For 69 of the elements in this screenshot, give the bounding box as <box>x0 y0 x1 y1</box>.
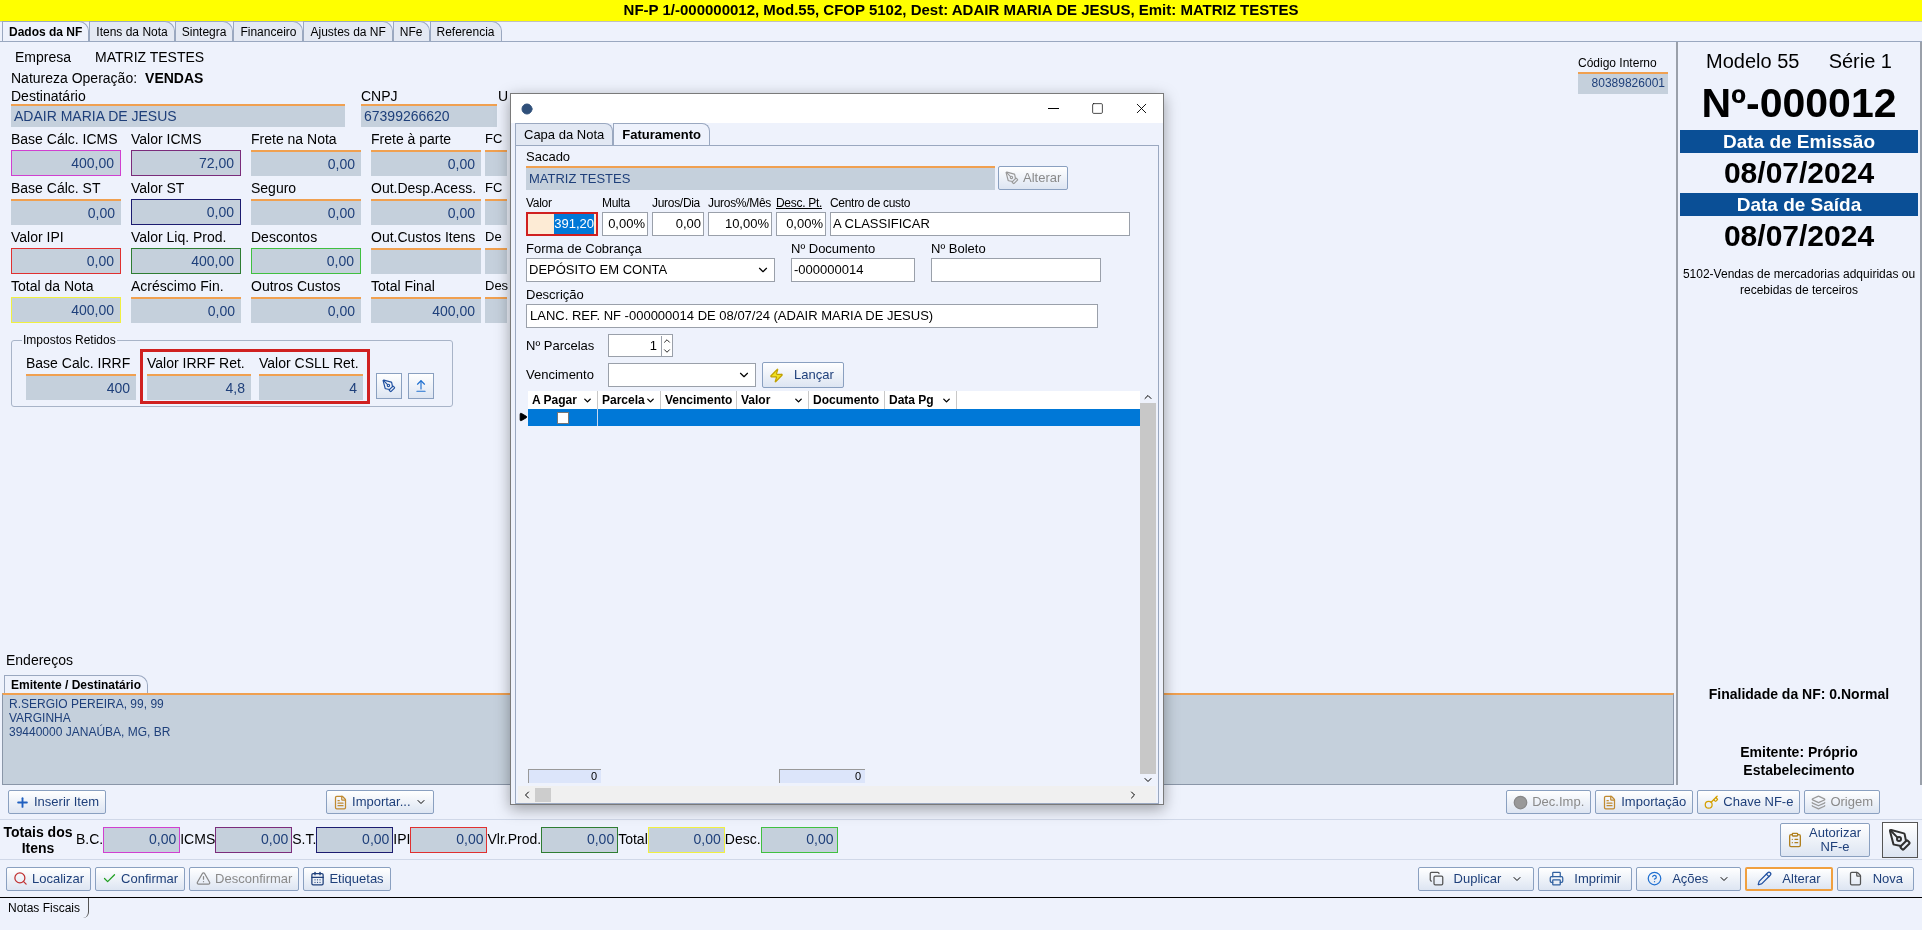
field-label: Outros Custos <box>251 277 342 296</box>
field-label: FC <box>485 130 504 148</box>
field-label: Des <box>485 277 507 295</box>
issue-date: 08/07/2024 <box>1722 155 1876 191</box>
field-label: Destinatário <box>11 88 87 104</box>
field-label: Out.Desp.Acess. <box>371 179 478 198</box>
field-label: Valor <box>526 195 553 212</box>
field-label: Valor IRRF Ret. <box>147 354 246 373</box>
field-label: Frete na Nota <box>251 130 338 149</box>
field-label: FC <box>485 179 504 197</box>
invoice-number: Nº-000012 <box>1700 79 1898 128</box>
field-label: Centro de custo <box>830 195 912 212</box>
field-label: U <box>498 88 509 106</box>
field-label: Descrição <box>526 286 585 304</box>
window-title: NF-P 1/-000000012, Mod.55, CFOP 5102, Dest: ADAIR MARIA DE JESUS, Emit: MATRIZ TESTES <box>0 0 1922 22</box>
field-label: Forma de Cobrança <box>526 240 643 258</box>
operation-name: VENDAS <box>145 68 204 88</box>
field-label: Acréscimo Fin. <box>131 277 225 296</box>
section-header: Data de Saída <box>1680 193 1918 216</box>
issuer-label: Emitente: Próprio Estabelecimento <box>1739 743 1859 779</box>
field-label: Vencimento <box>526 366 595 385</box>
purpose-label: Finalidade da NF: 0.Normal <box>1707 685 1891 704</box>
field-label: Nº Parcelas <box>526 336 596 355</box>
model-label: Modelo 55 <box>1706 49 1800 74</box>
total-label: Desc. <box>724 830 761 849</box>
field-label: Sacado <box>526 148 572 166</box>
field-label: Base Calc. IRRF <box>26 354 132 373</box>
total-label: IPI <box>393 830 411 849</box>
address-line: R.SERGIO PEREIRA, 99, 99 <box>9 697 165 711</box>
company-name: MATRIZ TESTES <box>95 47 205 67</box>
total-label: B.C. <box>76 830 104 849</box>
field-label: Descontos <box>251 228 319 247</box>
field-label: Nº Documento <box>791 240 877 258</box>
sum-field: 0 <box>528 769 601 783</box>
field-label: Desc. Pt. <box>776 195 823 212</box>
field-label: CNPJ <box>361 88 399 104</box>
field-label: Empresa <box>15 47 72 67</box>
field-label: Total da Nota <box>11 277 95 296</box>
field-label: Nº Boleto <box>931 240 987 258</box>
field-label: Base Cálc. ST <box>11 179 102 198</box>
section-title: Endereços <box>5 651 74 670</box>
sum-field: 0 <box>779 769 865 783</box>
field-label: Multa <box>602 195 631 212</box>
section-header: Data de Emissão <box>1680 130 1918 153</box>
field-label: Natureza Operação: <box>11 68 138 88</box>
field-label: De <box>485 228 503 246</box>
total-label: Total <box>618 830 648 849</box>
series-label: Série 1 <box>1828 49 1892 74</box>
field-label: Juros/Dia <box>652 195 701 212</box>
field-label: Valor Liq. Prod. <box>131 228 228 247</box>
field-label: Frete à parte <box>371 130 453 149</box>
total-label: S.T. <box>292 830 317 849</box>
cfop-description: 5102-Vendas de mercadorias adquiridas ou recebidas de terceiros <box>1681 266 1917 298</box>
address-line: 39440000 JANAÚBA, MG, BR <box>9 725 172 739</box>
field-label: Total Final <box>371 277 436 296</box>
field-label: Valor ST <box>131 179 186 198</box>
address-line: VARGINHA <box>9 711 71 725</box>
field-label: Seguro <box>251 179 298 198</box>
total-label: ICMS <box>180 830 216 849</box>
total-label: Vlr.Prod. <box>487 830 542 849</box>
field-label: Valor ICMS <box>131 130 203 149</box>
group-title: Impostos Retidos <box>22 332 117 349</box>
field-label: Valor CSLL Ret. <box>259 354 360 373</box>
exit-date: 08/07/2024 <box>1722 218 1876 254</box>
totals-title: Totais dos Itens <box>2 823 74 856</box>
field-label: Out.Custos Itens <box>371 228 477 247</box>
field-label: Valor IPI <box>11 228 65 247</box>
field-label: Base Cálc. ICMS <box>11 130 119 149</box>
field-label: Juros%/Mês <box>708 195 772 212</box>
